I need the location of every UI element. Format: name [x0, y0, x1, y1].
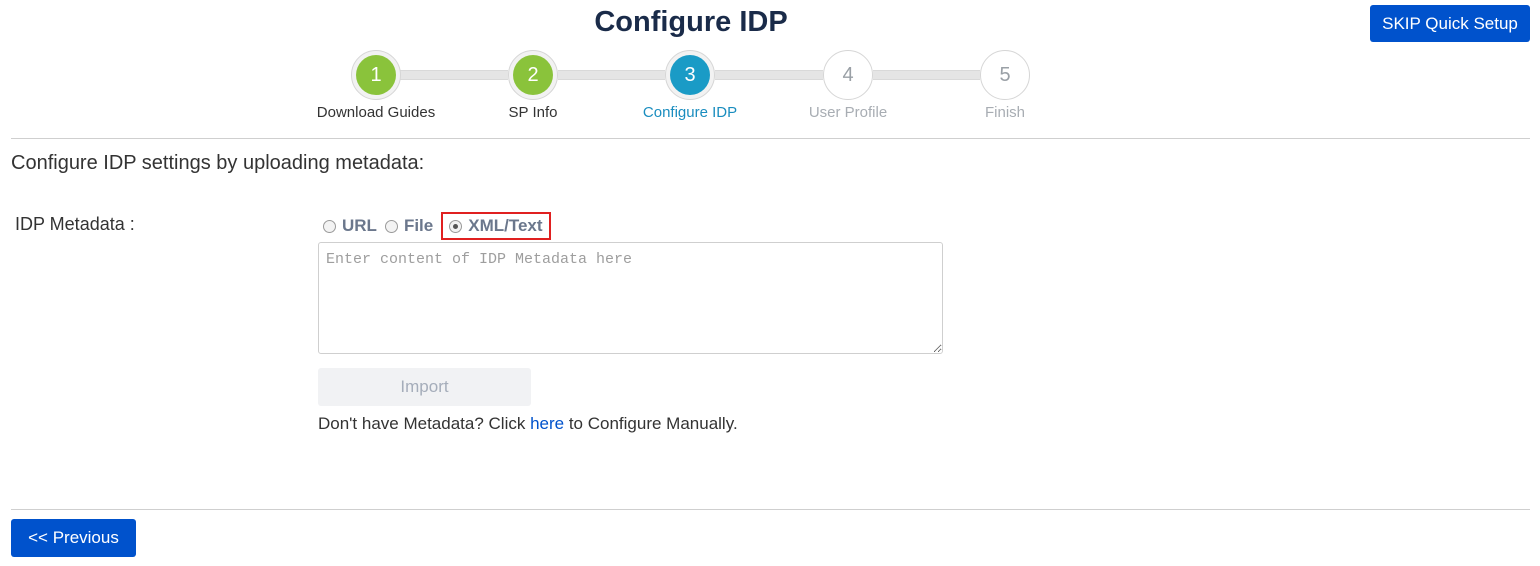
setup-stepper: 1 Download Guides 2 SP Info 3 Configure … [0, 0, 1540, 130]
radio-xml-text-label: XML/Text [468, 216, 543, 235]
step-connector [558, 70, 665, 80]
quick-setup-page: Configure IDP SKIP Quick Setup 1 Downloa… [0, 0, 1540, 566]
step-4-indicator: 4 [823, 50, 873, 100]
radio-url-indicator[interactable] [323, 219, 336, 233]
radio-xml-text-indicator[interactable] [449, 219, 463, 233]
configure-manually-link[interactable]: here [530, 414, 564, 433]
step-5-indicator: 5 [980, 50, 1030, 100]
import-button[interactable]: Import [318, 368, 531, 406]
idp-metadata-label: IDP Metadata : [15, 214, 135, 234]
radio-url-label: URL [342, 216, 377, 235]
step-2-number: 2 [513, 55, 553, 95]
manual-config-suffix: to Configure Manually. [564, 414, 738, 433]
previous-button[interactable]: << Previous [11, 519, 136, 557]
step-2-label: SP Info [508, 104, 558, 121]
step-3-number: 3 [670, 55, 710, 95]
step-3-indicator: 3 [665, 50, 715, 100]
step-2-indicator: 2 [508, 50, 558, 100]
idp-metadata-textarea[interactable] [318, 242, 943, 354]
radio-xml-text[interactable]: XML/Text [441, 212, 551, 240]
step-5-number: 5 [985, 55, 1025, 95]
metadata-source-radio-group: URL File XML/Text [323, 212, 559, 240]
step-5-label: Finish [984, 104, 1025, 121]
step-connector [715, 70, 823, 80]
step-1-number: 1 [356, 55, 396, 95]
step-connector [873, 70, 980, 80]
manual-config-text: Don't have Metadata? Click here to Confi… [318, 414, 738, 434]
step-3-label: Configure IDP [642, 104, 738, 121]
step-4-number: 4 [828, 55, 868, 95]
step-1-label: Download Guides [316, 104, 436, 121]
step-1-indicator: 1 [351, 50, 401, 100]
step-4-label: User Profile [808, 104, 888, 121]
top-divider [11, 138, 1530, 139]
radio-file-label: File [403, 216, 434, 235]
radio-file[interactable]: File [384, 216, 434, 236]
section-heading: Configure IDP settings by uploading meta… [11, 152, 425, 174]
radio-file-indicator[interactable] [384, 219, 398, 233]
bottom-divider [11, 509, 1530, 510]
radio-url[interactable]: URL [323, 216, 377, 236]
manual-config-prefix: Don't have Metadata? Click [318, 414, 531, 433]
step-connector [400, 70, 508, 80]
